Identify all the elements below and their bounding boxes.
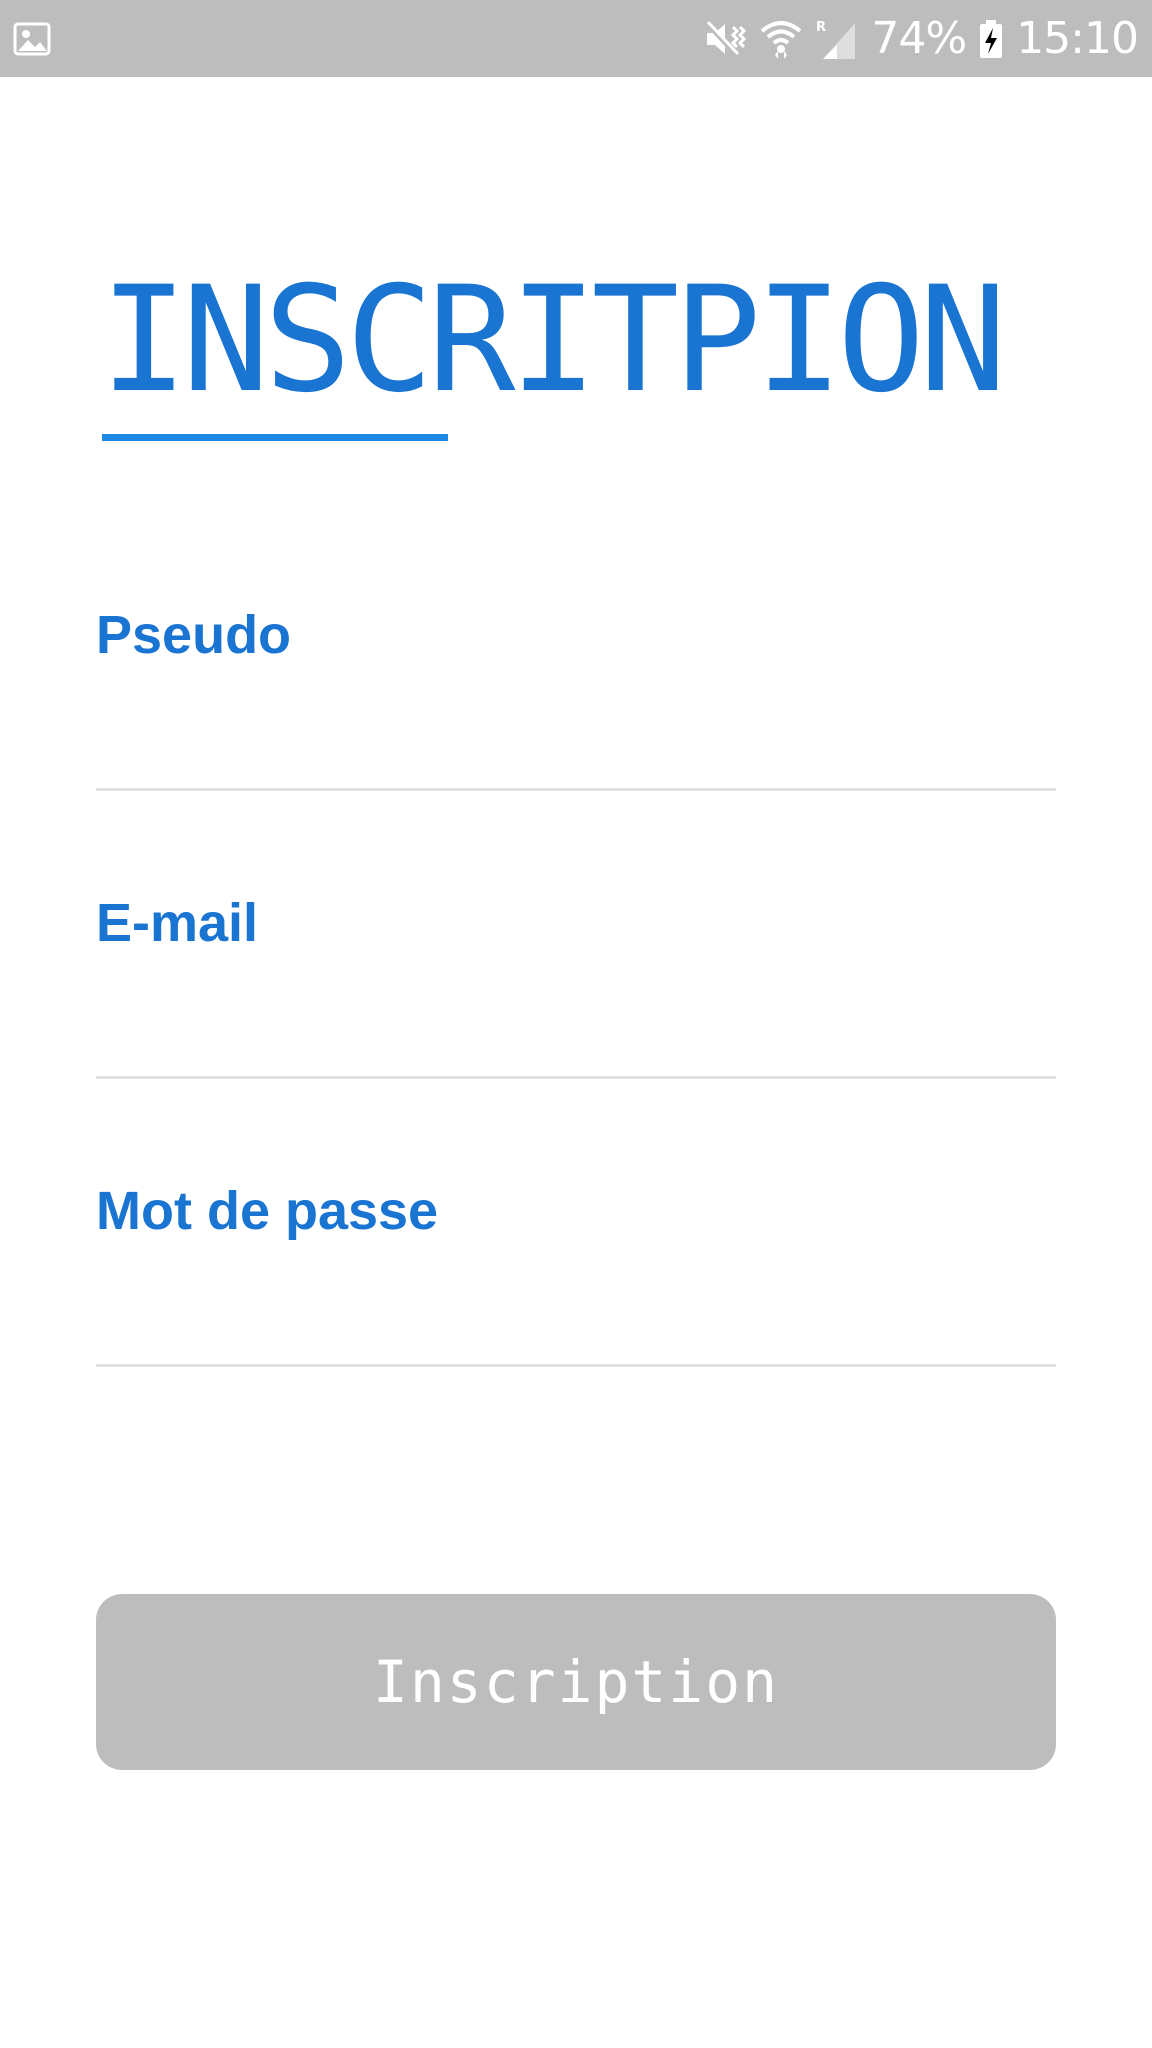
- password-field: Mot de passe: [96, 1176, 1056, 1376]
- password-underline: [96, 1364, 1056, 1367]
- title-underline: [102, 434, 448, 441]
- battery-percentage: 74%: [871, 13, 967, 64]
- pseudo-input[interactable]: [96, 690, 1056, 750]
- pseudo-field: Pseudo: [96, 600, 1056, 800]
- status-bar: R 74% 15:10: [0, 0, 1152, 77]
- battery-charging-icon: [978, 17, 1004, 61]
- clock: 15:10: [1016, 13, 1139, 64]
- status-icons: R 74% 15:10: [703, 0, 1139, 77]
- email-underline: [96, 1076, 1056, 1079]
- image-icon: [13, 20, 51, 58]
- password-label: Mot de passe: [96, 1181, 439, 1241]
- password-input[interactable]: [96, 1266, 1056, 1326]
- email-label: E-mail: [96, 893, 259, 953]
- mute-vibrate-icon: [703, 17, 747, 61]
- inscription-button[interactable]: Inscription: [96, 1594, 1056, 1770]
- signal-roaming-icon: R: [815, 17, 859, 61]
- email-field: E-mail: [96, 888, 1056, 1088]
- svg-text:R: R: [816, 20, 826, 35]
- email-input[interactable]: [96, 978, 1056, 1038]
- pseudo-underline: [96, 788, 1056, 791]
- wifi-icon: [759, 17, 803, 61]
- page-title: INSCRITPION: [100, 255, 1007, 425]
- pseudo-label: Pseudo: [96, 605, 292, 665]
